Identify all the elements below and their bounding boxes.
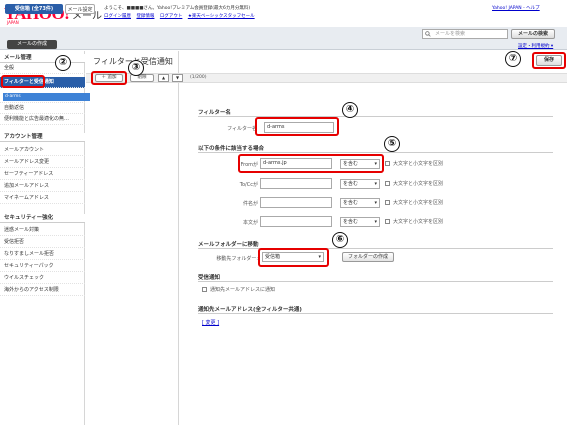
case-sensitive-label: 大文字と小文字を区別 bbox=[393, 181, 444, 187]
compose-button[interactable]: メールの作成 bbox=[7, 40, 57, 49]
sidebar-item-mail-account[interactable]: メールアカウント bbox=[0, 145, 85, 156]
login-history-link[interactable]: ログイン履歴 bbox=[104, 14, 131, 19]
account-info-link[interactable]: 登録情報 bbox=[136, 14, 154, 19]
chevron-down-icon: ▾ bbox=[374, 181, 377, 187]
step-marker-5: ⑤ bbox=[384, 136, 400, 152]
header-links: ログイン履歴 登録情報 ログアウト ★楽天ベーシックスタッフセール bbox=[104, 13, 259, 19]
chevron-down-icon: ▾ bbox=[374, 219, 377, 225]
sidebar-item-overseas-access[interactable]: 海外からのアクセス制限 bbox=[0, 285, 85, 296]
filter-list-item[interactable]: d-arms bbox=[3, 93, 90, 101]
step-marker-3: ③ bbox=[128, 60, 144, 76]
divider bbox=[198, 281, 553, 282]
sidebar-item-additional-address[interactable]: 追加メールアドレス bbox=[0, 181, 85, 192]
logout-link[interactable]: ログアウト bbox=[160, 14, 183, 19]
highlight-from-condition bbox=[238, 154, 384, 173]
welcome-text: ようこそ、■■■■さん。Yahoo!プレミアム会員登録(最大6カ月分無料) bbox=[104, 6, 251, 11]
sidebar-item-auto-reply[interactable]: 自動返信 bbox=[0, 103, 85, 114]
sidebar-item-change-address[interactable]: メールアドレス変更 bbox=[0, 157, 85, 168]
notify-checkbox-label: 通知先メールアドレスに通知 bbox=[210, 287, 276, 293]
sidebar-section-security: セキュリティー強化 bbox=[0, 214, 85, 223]
condition-subject-input[interactable] bbox=[260, 197, 332, 208]
sidebar-item-myname-address[interactable]: マイネームアドレス bbox=[0, 193, 85, 204]
filter-name-label: フィルター名 bbox=[227, 126, 257, 132]
divider bbox=[198, 152, 553, 153]
settings-terms-link[interactable]: 設定・利用規約 ▾ bbox=[518, 43, 553, 49]
highlight-move-folder bbox=[258, 248, 329, 267]
select-value: を含む bbox=[343, 200, 359, 206]
sidebar-item-safety-address[interactable]: セーフティーアドレス bbox=[0, 169, 85, 180]
case-sensitive-checkbox[interactable] bbox=[385, 200, 390, 205]
move-down-button[interactable]: ▼ bbox=[172, 74, 183, 82]
section-filter-name: フィルター名 bbox=[198, 110, 231, 116]
highlight-save-button bbox=[532, 52, 566, 69]
highlight-add-button bbox=[91, 71, 127, 85]
notify-checkbox[interactable] bbox=[202, 287, 207, 292]
highlight-filter-name bbox=[255, 117, 339, 136]
sidebar-item-security-pack[interactable]: セキュリティーパック bbox=[0, 261, 85, 272]
filter-counter: (1/200) bbox=[190, 75, 207, 80]
tab-mail-settings[interactable]: メール設定 bbox=[65, 4, 95, 14]
promo-link[interactable]: ★楽天ベーシックスタッフセール bbox=[188, 14, 255, 19]
sidebar-item-block[interactable]: 受信拒否 bbox=[0, 237, 85, 248]
sidebar-item-general[interactable]: 全般 bbox=[0, 63, 85, 74]
search-button[interactable]: メールの検索 bbox=[511, 29, 555, 39]
sidebar-item-virus-check[interactable]: ウイルスチェック bbox=[0, 273, 85, 284]
condition-subject-label: 件名が bbox=[242, 201, 258, 207]
divider bbox=[198, 313, 553, 314]
condition-body-match-select[interactable]: を含む ▾ bbox=[340, 217, 380, 227]
select-value: を含む bbox=[343, 219, 359, 225]
search-input[interactable]: メールを検索 bbox=[422, 29, 508, 39]
highlight-sidebar-filters bbox=[1, 75, 45, 88]
section-conditions: 以下の条件に該当する場合 bbox=[198, 146, 265, 152]
yahoo-help-link[interactable]: Yahoo! JAPAN - ヘルプ bbox=[492, 5, 540, 11]
step-marker-7: ⑦ bbox=[505, 51, 521, 67]
case-sensitive-checkbox[interactable] bbox=[385, 161, 390, 166]
condition-tocc-input[interactable] bbox=[260, 178, 332, 189]
sidebar-section-mail-management: メール管理 bbox=[0, 54, 85, 63]
filter-list-panel bbox=[86, 51, 179, 425]
step-marker-6: ⑥ bbox=[332, 232, 348, 248]
change-address-link[interactable]: [ 変更 ] bbox=[202, 319, 219, 326]
chevron-down-icon: ▾ bbox=[374, 200, 377, 206]
condition-body-input[interactable] bbox=[260, 216, 332, 227]
select-value: を含む bbox=[343, 181, 359, 187]
step-marker-2: ② bbox=[55, 55, 71, 71]
sidebar-item-spoofing[interactable]: なりすましメール拒否 bbox=[0, 249, 85, 260]
condition-tocc-match-select[interactable]: を含む ▾ bbox=[340, 179, 380, 189]
move-up-button[interactable]: ▲ bbox=[158, 74, 169, 82]
sidebar-section-account: アカウント管理 bbox=[0, 133, 85, 142]
search-icon bbox=[425, 31, 431, 37]
section-notify-address: 通知先メールアドレス(全フィルター共通) bbox=[198, 307, 302, 313]
divider bbox=[198, 248, 553, 249]
create-folder-button[interactable]: フォルダーの作成 bbox=[342, 252, 394, 262]
step-marker-4: ④ bbox=[342, 102, 358, 118]
case-sensitive-checkbox[interactable] bbox=[385, 219, 390, 224]
condition-tocc-label: To/Ccが bbox=[239, 182, 258, 188]
case-sensitive-label: 大文字と小文字を区別 bbox=[393, 161, 444, 167]
sidebar-item-spam[interactable]: 迷惑メール対策 bbox=[0, 225, 85, 236]
condition-body-label: 本文が bbox=[242, 220, 258, 226]
condition-subject-match-select[interactable]: を含む ▾ bbox=[340, 198, 380, 208]
move-folder-label: 移動先フォルダー: bbox=[216, 256, 258, 262]
section-move-folder: メールフォルダーに移動 bbox=[198, 242, 259, 248]
yahoo-logo-sub: JAPAN bbox=[7, 20, 19, 25]
case-sensitive-label: 大文字と小文字を区別 bbox=[393, 200, 444, 206]
case-sensitive-checkbox[interactable] bbox=[385, 181, 390, 186]
case-sensitive-label: 大文字と小文字を区別 bbox=[393, 219, 444, 225]
tab-inbox[interactable]: 受信箱 (全73件) bbox=[5, 4, 63, 14]
divider bbox=[198, 116, 553, 117]
settings-sidebar: メール管理 全般 フィルターと受信通知 POP/IMAPアクセスと転送 自動返信… bbox=[0, 51, 85, 425]
section-notification: 受信通知 bbox=[198, 275, 221, 281]
sidebar-item-ad-optimization[interactable]: 便利機能と広告最適化の無… bbox=[0, 114, 85, 125]
